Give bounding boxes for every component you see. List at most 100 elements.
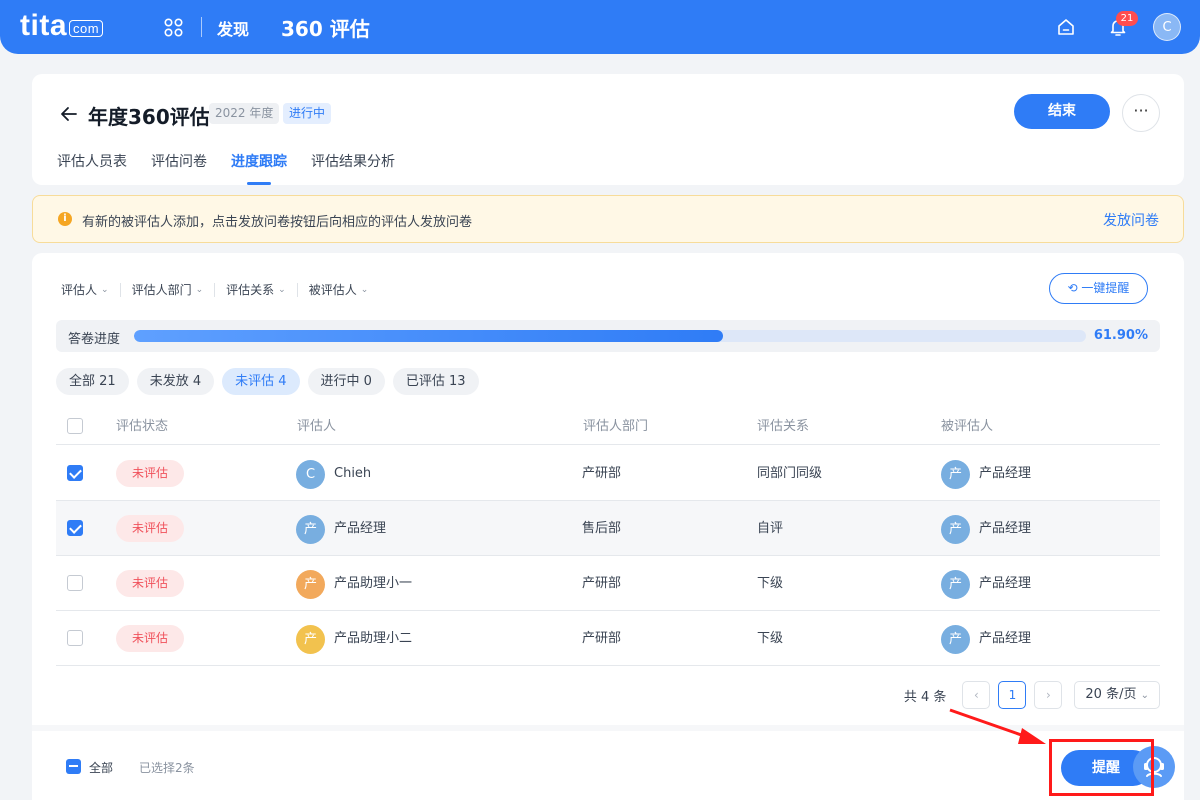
home-icon[interactable] — [1055, 16, 1077, 38]
top-bar: tita com 发现 360 评估 21 C — [0, 0, 1200, 54]
evaluatee-cell: 产 产品经理 — [941, 624, 1031, 654]
avatar: C — [296, 459, 325, 489]
table-header: 评估状态 评估人 评估人部门 评估关系 被评估人 — [56, 408, 1160, 445]
select-all-partial-checkbox[interactable] — [66, 759, 81, 774]
filter-evaluator[interactable]: 评估人 ⌄ — [61, 281, 109, 298]
column-header: 评估人 — [297, 419, 337, 434]
chip-all[interactable]: 全部 21 — [56, 368, 129, 395]
table-row[interactable]: 未评估 产 产品助理小一 产研部 下级 产 产品经理 — [56, 556, 1160, 611]
evaluatee-cell: 产 产品经理 — [941, 569, 1031, 599]
tab-result-analysis[interactable]: 评估结果分析 — [311, 151, 395, 185]
avatar: 产 — [941, 514, 970, 544]
avatar: 产 — [296, 624, 325, 654]
nav-discover[interactable]: 发现 — [217, 16, 249, 40]
evaluatee-name: 产品经理 — [979, 521, 1032, 536]
page-1-button[interactable]: 1 — [998, 681, 1027, 709]
row-checkbox[interactable] — [67, 520, 83, 536]
page-size-value: 20 条/页 — [1085, 687, 1137, 702]
tab-progress-tracking[interactable]: 进度跟踪 — [231, 151, 287, 185]
remind-all-label: 一键提醒 — [1081, 281, 1130, 295]
filter-label: 评估人部门 — [131, 283, 192, 297]
chevron-down-icon: ⌄ — [195, 284, 204, 295]
table-row[interactable]: 未评估 产 产品经理 售后部 自评 产 产品经理 — [56, 501, 1160, 556]
table-row[interactable]: 未评估 产 产品助理小二 产研部 下级 产 产品经理 — [56, 611, 1160, 666]
department-cell: 产研部 — [582, 631, 622, 646]
evaluatee-cell: 产 产品经理 — [941, 459, 1031, 489]
next-page-button[interactable]: › — [1034, 681, 1063, 709]
evaluator-cell: 产 产品经理 — [296, 514, 386, 544]
page-size-select[interactable]: 20 条/页 ⌄ — [1074, 681, 1160, 709]
logo-text: tita — [20, 9, 67, 42]
filter-divider — [119, 282, 121, 297]
evaluator-name: 产品助理小一 — [334, 576, 413, 591]
evaluator-name: 产品经理 — [334, 521, 387, 536]
user-avatar[interactable]: C — [1153, 13, 1181, 41]
evaluatee-name: 产品经理 — [979, 576, 1032, 591]
remind-all-button[interactable]: ⟲ 一键提醒 — [1049, 273, 1148, 304]
relation-cell: 下级 — [757, 631, 784, 646]
relation-cell: 自评 — [757, 521, 784, 536]
avatar: 产 — [941, 459, 970, 489]
department-cell: 产研部 — [582, 466, 622, 481]
filter-label: 评估人 — [61, 283, 98, 297]
evaluator-cell: 产 产品助理小一 — [296, 569, 412, 599]
page-title: 年度360评估 — [88, 105, 210, 129]
status-badge: 进行中 — [283, 103, 332, 124]
avatar: 产 — [941, 624, 970, 654]
year-tag: 2022 年度 — [209, 103, 280, 124]
filter-divider — [296, 282, 298, 297]
tab-questionnaire[interactable]: 评估问卷 — [151, 151, 207, 185]
highlight-frame — [1049, 739, 1154, 796]
notification-badge: 21 — [1116, 11, 1138, 26]
more-button[interactable]: ··· — [1122, 94, 1160, 132]
select-all-checkbox[interactable] — [67, 418, 83, 434]
filter-bar: 评估人 ⌄ 评估人部门 ⌄ 评估关系 ⌄ 被评估人 ⌄ — [61, 281, 368, 298]
evaluator-cell: 产 产品助理小二 — [296, 624, 412, 654]
department-cell: 售后部 — [582, 521, 622, 536]
chip-in-progress[interactable]: 进行中 0 — [307, 368, 385, 395]
avatar: 产 — [296, 569, 325, 599]
status-badge: 未评估 — [116, 515, 185, 542]
chip-not-distributed[interactable]: 未发放 4 — [136, 368, 215, 395]
relation-cell: 下级 — [757, 576, 784, 591]
progress-label: 答卷进度 — [68, 332, 121, 347]
chevron-down-icon: ⌄ — [1140, 690, 1149, 701]
department-cell: 产研部 — [582, 576, 622, 591]
status-filter-chips: 全部 21 未发放 4 未评估 4 进行中 0 已评估 13 — [56, 368, 479, 395]
app-title: 360 评估 — [281, 17, 370, 41]
evaluator-cell: C Chieh — [296, 459, 371, 489]
prev-page-button[interactable]: ‹ — [962, 681, 991, 709]
avatar: 产 — [296, 514, 325, 544]
batch-action-bar: 全部 已选择2条 提醒 — [32, 725, 1184, 800]
filter-label: 被评估人 — [308, 283, 357, 297]
filter-divider — [214, 282, 216, 297]
table-row[interactable]: 未评估 C Chieh 产研部 同部门同级 产 产品经理 — [56, 446, 1160, 501]
column-header: 评估状态 — [116, 419, 169, 434]
remind-icon: ⟲ — [1067, 281, 1082, 295]
progress-track — [134, 330, 1086, 342]
status-badge: 未评估 — [116, 625, 185, 652]
tab-evaluators[interactable]: 评估人员表 — [57, 151, 127, 185]
select-all-label[interactable]: 全部 — [89, 759, 113, 776]
distribute-questionnaire-link[interactable]: 发放问卷 — [1103, 210, 1159, 230]
filter-relation[interactable]: 评估关系 ⌄ — [226, 281, 286, 298]
filter-evaluatee[interactable]: 被评估人 ⌄ — [309, 281, 369, 298]
status-badge: 未评估 — [116, 570, 185, 597]
chip-evaluated[interactable]: 已评估 13 — [392, 368, 479, 395]
apps-grid-icon[interactable] — [164, 18, 183, 37]
row-checkbox[interactable] — [67, 465, 83, 481]
logo-suffix: com — [69, 20, 104, 37]
back-arrow-icon[interactable] — [59, 104, 79, 124]
tita-logo[interactable]: tita com — [20, 9, 104, 42]
filter-evaluator-department[interactable]: 评估人部门 ⌄ — [132, 281, 204, 298]
info-icon: i — [58, 212, 72, 226]
row-checkbox[interactable] — [67, 575, 83, 591]
chip-not-evaluated[interactable]: 未评估 4 — [222, 368, 300, 395]
row-checkbox[interactable] — [67, 630, 83, 646]
progress-value: 61.90% — [1093, 328, 1148, 343]
column-header: 评估关系 — [757, 419, 810, 434]
pagination: 共 4 条 ‹ 1 › 20 条/页 ⌄ — [904, 681, 1160, 709]
end-button[interactable]: 结束 — [1014, 94, 1110, 129]
status-badge: 未评估 — [116, 460, 185, 487]
chevron-down-icon: ⌄ — [360, 284, 369, 295]
